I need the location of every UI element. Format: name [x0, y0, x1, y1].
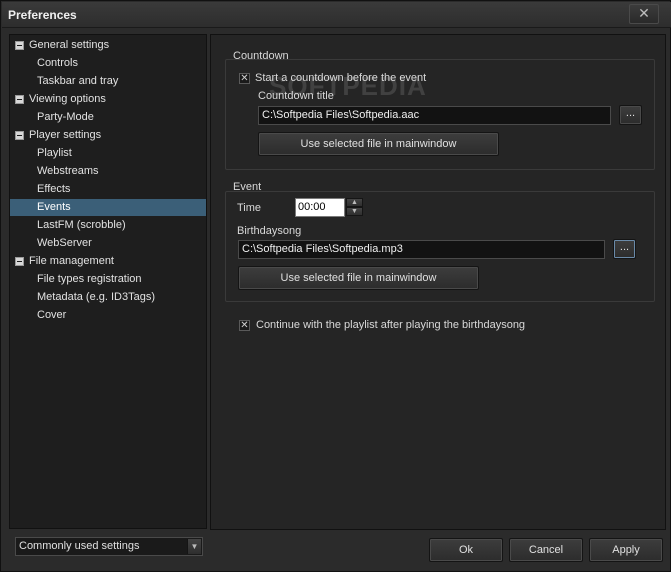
cancel-button[interactable]: Cancel: [509, 538, 583, 562]
tree-item-label: WebServer: [37, 237, 92, 249]
events-settings-panel: Countdown ✕ Start a countdown before the…: [210, 34, 666, 530]
tree-item-label: Playlist: [37, 147, 72, 159]
birthdaysong-browse-button[interactable]: ...: [613, 239, 636, 259]
tree-item-label: General settings: [29, 39, 110, 51]
time-spin-down[interactable]: ▼: [346, 207, 363, 216]
countdown-file-field[interactable]: C:\Softpedia Files\Softpedia.aac: [258, 106, 611, 125]
countdown-checkbox[interactable]: ✕: [239, 73, 250, 84]
collapse-icon[interactable]: [15, 41, 24, 50]
tree-item-label: File management: [29, 255, 114, 267]
tree-item-label: Effects: [37, 183, 71, 195]
tree-item-webserver[interactable]: WebServer: [10, 235, 206, 252]
tree-item-file-management[interactable]: File management: [10, 253, 206, 270]
time-input[interactable]: 00:00: [295, 198, 345, 217]
birthdaysong-file-field[interactable]: C:\Softpedia Files\Softpedia.mp3: [238, 240, 605, 259]
tree-item-playlist[interactable]: Playlist: [10, 145, 206, 162]
tree-item-viewing-options[interactable]: Viewing options: [10, 91, 206, 108]
tree-item-events[interactable]: Events: [10, 199, 206, 216]
chevron-up-icon: ▲: [351, 199, 358, 206]
tree-item-label: Taskbar and tray: [37, 75, 119, 87]
tree-item-taskbar-and-tray[interactable]: Taskbar and tray: [10, 73, 206, 90]
continue-playlist-label[interactable]: Continue with the playlist after playing…: [256, 319, 525, 331]
tree-item-party-mode[interactable]: Party-Mode: [10, 109, 206, 126]
tree-item-label: Events: [37, 201, 71, 213]
softpedia-watermark: SOFTPEDIA: [269, 71, 427, 101]
ok-button[interactable]: Ok: [429, 538, 503, 562]
close-icon: ✕: [638, 5, 650, 21]
tree-item-lastfm-scrobble[interactable]: LastFM (scrobble): [10, 217, 206, 234]
tree-item-label: Viewing options: [29, 93, 106, 105]
tree-item-effects[interactable]: Effects: [10, 181, 206, 198]
tree-item-webstreams[interactable]: Webstreams: [10, 163, 206, 180]
tree-item-label: Cover: [37, 309, 67, 321]
collapse-icon[interactable]: [15, 131, 24, 140]
collapse-icon[interactable]: [15, 95, 24, 104]
tree-item-file-types-registration[interactable]: File types registration: [10, 271, 206, 288]
settings-filter-value: Commonly used settings: [19, 540, 140, 552]
tree-item-label: Metadata (e.g. ID3Tags): [37, 291, 156, 303]
tree-item-general-settings[interactable]: General settings: [10, 37, 206, 54]
close-button[interactable]: ✕: [629, 4, 659, 24]
collapse-icon[interactable]: [15, 257, 24, 266]
chevron-down-icon[interactable]: ▼: [187, 539, 201, 554]
continue-playlist-checkbox[interactable]: ✕: [239, 320, 250, 331]
tree-item-label: Webstreams: [37, 165, 99, 177]
apply-button[interactable]: Apply: [589, 538, 663, 562]
tree-item-label: Party-Mode: [37, 111, 94, 123]
tree-item-cover[interactable]: Cover: [10, 307, 206, 324]
title-bar: Preferences ✕: [2, 2, 671, 28]
tree-item-metadata-e-g-id3tags[interactable]: Metadata (e.g. ID3Tags): [10, 289, 206, 306]
settings-tree[interactable]: General settings Controls Taskbar and tray…: [9, 34, 207, 529]
tree-item-label: Player settings: [29, 129, 102, 141]
preferences-window: Preferences ✕ General settings Controls Ta…: [0, 0, 671, 572]
settings-filter-combo[interactable]: Commonly used settings ▼: [15, 537, 203, 556]
tree-item-controls[interactable]: Controls: [10, 55, 206, 72]
tree-item-label: Controls: [37, 57, 78, 69]
window-title: Preferences: [8, 8, 77, 22]
time-spin-up[interactable]: ▲: [346, 198, 363, 207]
tree-item-label: File types registration: [37, 273, 142, 285]
birthdaysong-use-selected-button[interactable]: Use selected file in mainwindow: [238, 266, 479, 290]
tree-item-label: LastFM (scrobble): [37, 219, 126, 231]
birthdaysong-label: Birthdaysong: [237, 225, 302, 237]
tree-item-player-settings[interactable]: Player settings: [10, 127, 206, 144]
chevron-down-icon: ▼: [351, 208, 358, 215]
countdown-browse-button[interactable]: ...: [619, 105, 642, 125]
countdown-use-selected-button[interactable]: Use selected file in mainwindow: [258, 132, 499, 156]
time-label: Time: [237, 202, 262, 214]
